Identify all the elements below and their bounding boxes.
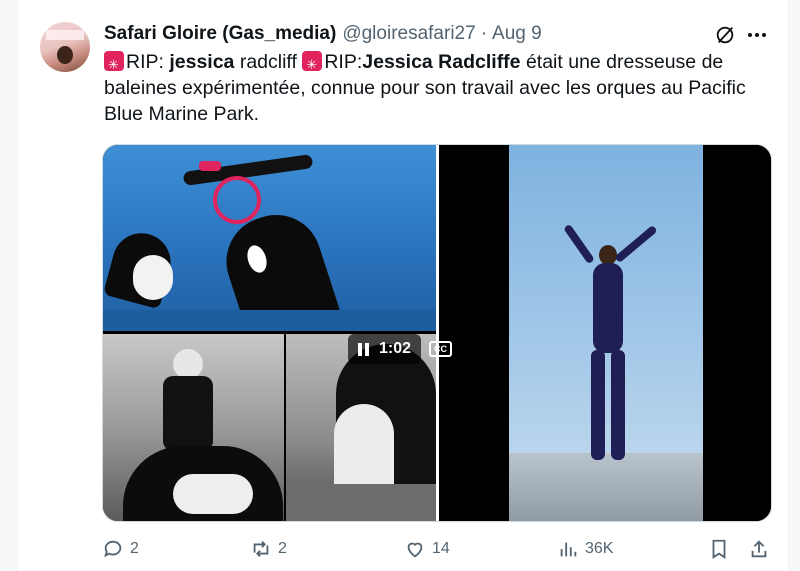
siren-emoji [104, 51, 124, 78]
rip-label-1: RIP: [126, 51, 170, 73]
views-icon [560, 542, 577, 557]
repost-count: 2 [278, 540, 287, 557]
tweet-header: Safari Gloire (Gas_media) @gloiresafari2… [104, 23, 542, 45]
video-timer-pill[interactable]: 1:02 [348, 334, 422, 364]
video-trainer[interactable] [439, 145, 771, 521]
pause-icon[interactable] [358, 342, 369, 356]
right-frame [788, 0, 800, 571]
tweet-text: RIP: jessica radcliff RIP:Jessica Radcli… [104, 49, 774, 127]
bold-name-2: Jessica Radcliffe [362, 51, 521, 73]
grok-icon[interactable] [714, 24, 736, 46]
cc-icon[interactable]: CC [429, 341, 453, 357]
display-name[interactable]: Safari Gloire (Gas_media) [104, 23, 336, 45]
video-controls: 1:02 CC [348, 334, 453, 364]
rip-label-2: RIP: [324, 51, 363, 73]
more-icon[interactable] [748, 26, 770, 44]
avatar[interactable] [40, 22, 90, 72]
repost-button[interactable]: 2 [250, 538, 287, 560]
bold-name-1: jessica [169, 51, 235, 73]
image-trainer-riding[interactable] [103, 334, 284, 521]
like-count: 14 [432, 540, 450, 557]
user-handle[interactable]: @gloiresafari27 [342, 23, 475, 45]
image-orca-leap[interactable] [103, 145, 436, 331]
bookmark-icon [712, 539, 726, 559]
like-button[interactable]: 14 [404, 538, 450, 560]
bookmark-button[interactable] [708, 538, 730, 560]
like-icon [407, 542, 423, 558]
views-button[interactable]: 36K [557, 538, 613, 560]
reply-button[interactable]: 2 [102, 538, 139, 560]
share-icon [751, 540, 767, 558]
media-grid[interactable] [102, 144, 772, 522]
plain-name-1: radcliff [234, 51, 303, 73]
views-count: 36K [585, 540, 614, 557]
video-time: 1:02 [379, 340, 412, 357]
share-button[interactable] [748, 538, 770, 560]
tweet-date[interactable]: Aug 9 [492, 23, 542, 45]
siren-emoji [302, 51, 323, 78]
reply-count: 2 [130, 540, 139, 557]
left-frame [0, 0, 18, 571]
action-bar: 2 2 14 36K [102, 538, 772, 564]
separator: · [480, 23, 488, 44]
reply-icon [104, 540, 122, 558]
repost-icon [253, 541, 269, 557]
